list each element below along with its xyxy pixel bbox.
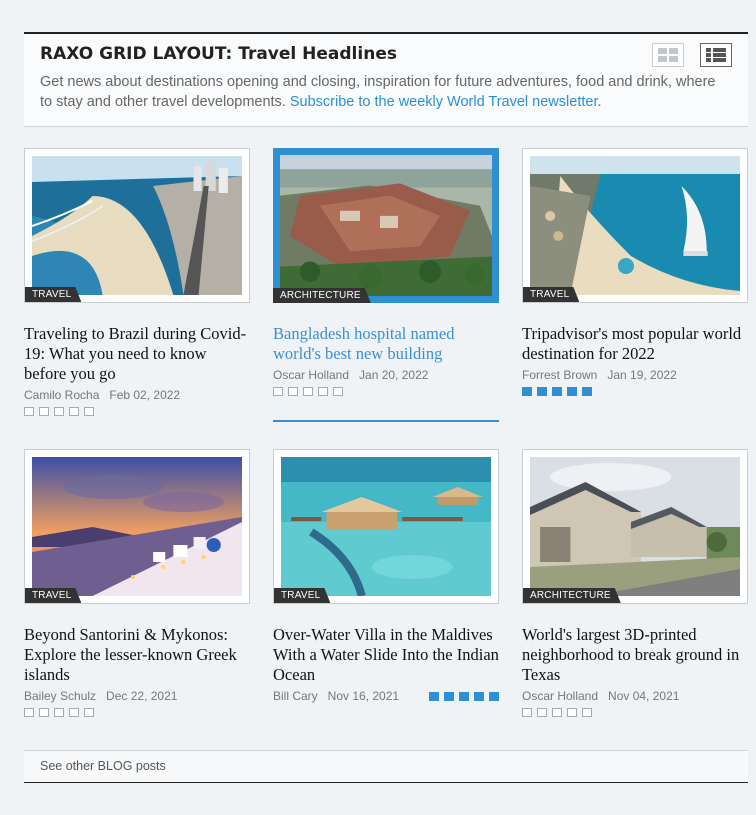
rating-box[interactable] bbox=[54, 407, 64, 416]
article-meta: Bill Cary Nov 16, 2021 bbox=[273, 688, 499, 704]
grid-view-button[interactable] bbox=[652, 43, 684, 67]
category-tag[interactable]: TRAVEL bbox=[25, 588, 81, 603]
article-thumbnail[interactable]: TRAVEL bbox=[24, 449, 250, 604]
grid-view-icon bbox=[658, 48, 678, 62]
article-title[interactable]: Traveling to Brazil during Covid-19: Wha… bbox=[24, 324, 250, 384]
rating-box[interactable] bbox=[39, 708, 49, 717]
article-author: Oscar Holland bbox=[522, 689, 599, 703]
rating-box[interactable] bbox=[84, 407, 94, 416]
rating-box[interactable] bbox=[459, 691, 469, 701]
article-date: Nov 04, 2021 bbox=[608, 689, 680, 703]
rating-boxes[interactable] bbox=[429, 691, 499, 701]
article-card[interactable]: TRAVEL Tripadvisor's most popular world … bbox=[522, 148, 748, 396]
category-tag[interactable]: TRAVEL bbox=[274, 588, 330, 603]
module-title: RAXO GRID LAYOUT: Travel Headlines bbox=[40, 44, 397, 64]
module-description: Get news about destinations opening and … bbox=[40, 74, 716, 110]
rating-box[interactable] bbox=[552, 387, 562, 396]
article-title[interactable]: Tripadvisor's most popular world destina… bbox=[522, 324, 748, 364]
article-meta: Oscar Holland Nov 04, 2021 bbox=[522, 688, 748, 704]
article-title[interactable]: World's largest 3D-printed neighborhood … bbox=[522, 625, 748, 685]
rating-boxes[interactable] bbox=[522, 708, 748, 717]
module-header: RAXO GRID LAYOUT: Travel Headlines Get n… bbox=[24, 32, 748, 127]
rating-box[interactable] bbox=[24, 708, 34, 717]
rating-boxes[interactable] bbox=[522, 387, 748, 396]
active-underline bbox=[273, 420, 499, 422]
newsletter-link[interactable]: Subscribe to the weekly World Travel new… bbox=[290, 94, 598, 110]
article-card-active[interactable]: ARCHITECTURE Bangladesh hospital named w… bbox=[273, 148, 499, 422]
rating-box[interactable] bbox=[84, 708, 94, 717]
rating-box[interactable] bbox=[69, 708, 79, 717]
beach-city-image bbox=[32, 156, 242, 295]
rating-boxes[interactable] bbox=[24, 708, 250, 717]
3d-printed-houses-image bbox=[530, 457, 740, 596]
hospital-building-image bbox=[280, 155, 492, 296]
article-author: Bill Cary bbox=[273, 689, 318, 703]
rating-box[interactable] bbox=[54, 708, 64, 717]
rating-box[interactable] bbox=[429, 691, 439, 701]
list-view-button[interactable] bbox=[700, 43, 732, 67]
article-meta: Forrest Brown Jan 19, 2022 bbox=[522, 367, 748, 383]
rating-box[interactable] bbox=[69, 407, 79, 416]
article-author: Forrest Brown bbox=[522, 368, 598, 382]
rating-box[interactable] bbox=[288, 387, 298, 396]
rating-box[interactable] bbox=[24, 407, 34, 416]
rating-box[interactable] bbox=[537, 387, 547, 396]
rating-box[interactable] bbox=[489, 691, 499, 701]
article-card[interactable]: TRAVEL Beyond Santorini & Mykonos: Explo… bbox=[24, 449, 250, 717]
rating-box[interactable] bbox=[444, 691, 454, 701]
article-meta: Camilo Rocha Feb 02, 2022 bbox=[24, 387, 250, 403]
article-date: Jan 19, 2022 bbox=[607, 368, 677, 382]
santorini-image bbox=[32, 457, 242, 596]
rating-box[interactable] bbox=[582, 387, 592, 396]
module-footer: See other BLOG posts bbox=[24, 750, 748, 783]
rating-box[interactable] bbox=[39, 407, 49, 416]
article-meta: Bailey Schulz Dec 22, 2021 bbox=[24, 688, 250, 704]
list-view-icon bbox=[706, 48, 726, 62]
category-tag[interactable]: TRAVEL bbox=[25, 287, 81, 302]
category-tag[interactable]: ARCHITECTURE bbox=[273, 288, 371, 303]
article-title[interactable]: Over-Water Villa in the Maldives With a … bbox=[273, 625, 499, 685]
dubai-coast-image bbox=[530, 156, 740, 295]
article-card[interactable]: TRAVEL Over-Water Villa in the Maldives … bbox=[273, 449, 499, 704]
article-date: Dec 22, 2021 bbox=[106, 689, 178, 703]
rating-box[interactable] bbox=[522, 387, 532, 396]
rating-box[interactable] bbox=[537, 708, 547, 717]
article-title[interactable]: Bangladesh hospital named world's best n… bbox=[273, 324, 499, 364]
article-thumbnail[interactable]: ARCHITECTURE bbox=[273, 148, 499, 303]
rating-box[interactable] bbox=[567, 387, 577, 396]
see-other-posts-link[interactable]: See other BLOG posts bbox=[40, 759, 166, 773]
article-thumbnail[interactable]: ARCHITECTURE bbox=[522, 449, 748, 604]
article-author: Bailey Schulz bbox=[24, 689, 97, 703]
article-card[interactable]: TRAVEL Traveling to Brazil during Covid-… bbox=[24, 148, 250, 416]
article-author: Oscar Holland bbox=[273, 368, 350, 382]
article-thumbnail[interactable]: TRAVEL bbox=[24, 148, 250, 303]
rating-boxes[interactable] bbox=[24, 407, 250, 416]
rating-box[interactable] bbox=[474, 691, 484, 701]
article-card[interactable]: ARCHITECTURE World's largest 3D-printed … bbox=[522, 449, 748, 717]
rating-box[interactable] bbox=[582, 708, 592, 717]
article-meta: Oscar Holland Jan 20, 2022 bbox=[273, 367, 499, 383]
rating-box[interactable] bbox=[522, 708, 532, 717]
rating-box[interactable] bbox=[333, 387, 343, 396]
article-author: Camilo Rocha bbox=[24, 388, 100, 402]
rating-box[interactable] bbox=[273, 387, 283, 396]
rating-boxes[interactable] bbox=[273, 387, 499, 396]
category-tag[interactable]: ARCHITECTURE bbox=[523, 588, 621, 603]
article-title[interactable]: Beyond Santorini & Mykonos: Explore the … bbox=[24, 625, 250, 685]
article-thumbnail[interactable]: TRAVEL bbox=[273, 449, 499, 604]
article-date: Feb 02, 2022 bbox=[109, 388, 181, 402]
maldives-villa-image bbox=[281, 457, 491, 596]
article-date: Nov 16, 2021 bbox=[327, 689, 400, 703]
article-date: Jan 20, 2022 bbox=[359, 368, 429, 382]
raxo-grid-module: RAXO GRID LAYOUT: Travel Headlines Get n… bbox=[24, 32, 748, 127]
category-tag[interactable]: TRAVEL bbox=[523, 287, 579, 302]
rating-box[interactable] bbox=[552, 708, 562, 717]
rating-box[interactable] bbox=[567, 708, 577, 717]
rating-box[interactable] bbox=[318, 387, 328, 396]
rating-box[interactable] bbox=[303, 387, 313, 396]
article-thumbnail[interactable]: TRAVEL bbox=[522, 148, 748, 303]
